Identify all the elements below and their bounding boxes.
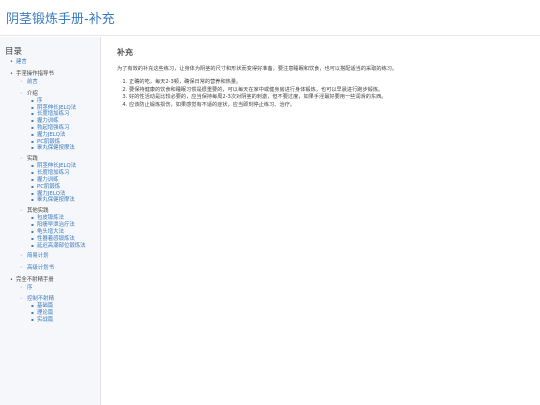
toc-link[interactable]: 阴茎伸长JELQ法 <box>37 105 76 111</box>
toc-link[interactable]: 前言 <box>27 79 38 85</box>
toc-item: 前言 <box>16 78 100 86</box>
toc-item: PC肌锻炼 <box>27 184 100 191</box>
toc-item: 实战篇 <box>27 317 100 324</box>
toc-list-level-2: 序控制不射精基础篇理论篇实战篇 <box>16 284 100 324</box>
toc-link[interactable]: 长度增加练习 <box>37 170 69 176</box>
toc-label: 其他实践 <box>27 208 49 215</box>
toc-link[interactable]: 理论篇 <box>37 310 53 316</box>
toc-link[interactable]: 实战篇 <box>37 317 53 323</box>
toc-item: 高级计划书 <box>16 264 100 272</box>
toc-link[interactable]: 阴茎伸长JELQ法 <box>37 163 76 169</box>
toc-link[interactable]: 握力JELQ法 <box>37 132 65 138</box>
toc-link[interactable]: PC肌锻炼 <box>37 184 60 190</box>
toc-item: 握力JELQ法 <box>27 132 100 139</box>
toc-link[interactable]: PC肌锻炼 <box>37 139 60 145</box>
toc-item: 睾丸保健按摩法 <box>27 197 100 204</box>
toc-item: 理论篇 <box>27 310 100 317</box>
toc-link[interactable]: 阳痿早泄治疗法 <box>37 222 75 228</box>
toc-item: 延迟高潮部位锻炼法 <box>27 243 100 250</box>
toc-list-level-3: 包皮锻炼法阳痿早泄治疗法龟头增大法性器着感锻炼法延迟高潮部位锻炼法 <box>27 215 100 249</box>
toc-item: 其他实践包皮锻炼法阳痿早泄治疗法龟头增大法性器着感锻炼法延迟高潮部位锻炼法 <box>16 207 100 249</box>
supplement-points-list: 正确的吃，每天2-3顿，确保日常的营养和热量。要保持健康的饮食和睡眠习惯是很重要… <box>117 79 527 109</box>
site-title-link[interactable]: 阴茎锻炼手册-补充 <box>6 8 115 27</box>
toc-item: 握力训练 <box>27 177 100 184</box>
toc-list-level-2: 前言介绍序阴茎伸长JELQ法长度增加练习握力训练勃起增强练习握力JELQ法PC肌… <box>16 78 100 272</box>
toc-label: 介绍 <box>27 90 38 97</box>
toc-link[interactable]: 龟头增大法 <box>37 229 64 235</box>
toc-link[interactable]: 包皮锻炼法 <box>37 215 64 221</box>
toc-label: 手淫操作指导书 <box>16 71 54 78</box>
toc-link[interactable]: 序 <box>27 285 32 291</box>
intro-paragraph: 为了有效的补充这些练习，让身体为阴茎的尺寸和形状而变得好准备，要注意睡眠和饮食，… <box>117 66 398 72</box>
toc-list-level-3: 阴茎伸长JELQ法长度增加练习握力训练PC肌锻炼握力JELQ法睾丸保健按摩法 <box>27 163 100 204</box>
toc-item: 性器着感锻炼法 <box>27 236 100 243</box>
toc-link[interactable]: 延迟高潮部位锻炼法 <box>37 243 86 249</box>
toc-item: 阳痿早泄治疗法 <box>27 222 100 229</box>
supplement-point: 正确的吃，每天2-3顿，确保日常的营养和热量。 <box>129 79 527 87</box>
toc-item: 完全不射精手册序控制不射精基础篇理论篇实战篇 <box>0 276 100 324</box>
toc-link[interactable]: 握力训练 <box>37 177 59 183</box>
section-title: 补充 <box>117 48 133 57</box>
toc-link[interactable]: 基础篇 <box>37 303 53 309</box>
toc-link[interactable]: 长度增加练习 <box>37 111 69 117</box>
toc-link[interactable]: 高级计划书 <box>27 265 54 271</box>
toc-link[interactable]: 握力训练 <box>37 118 59 124</box>
toc-link[interactable]: 握力JELQ法 <box>37 191 65 197</box>
toc-item: 介绍序阴茎伸长JELQ法长度增加练习握力训练勃起增强练习握力JELQ法PC肌锻炼… <box>16 90 100 153</box>
toc-list-level-3: 基础篇理论篇实战篇 <box>27 303 100 323</box>
toc-link[interactable]: 勃起增强练习 <box>37 125 69 131</box>
toc-label: 完全不射精手册 <box>16 276 54 283</box>
toc-item: 序 <box>27 98 100 105</box>
page-header: 阴茎锻炼手册-补充 <box>0 0 540 36</box>
toc-list-level-1: 建言手淫操作指导书前言介绍序阴茎伸长JELQ法长度增加练习握力训练勃起增强练习握… <box>0 58 100 324</box>
toc-link[interactable]: 控制不射精 <box>27 296 54 302</box>
toc-label: 实践 <box>27 156 38 163</box>
table-of-contents: 建言手淫操作指导书前言介绍序阴茎伸长JELQ法长度增加练习握力训练勃起增强练习握… <box>0 58 100 328</box>
toc-item: 简易计划 <box>16 252 100 260</box>
toc-item: 睾丸保健按摩法 <box>27 145 100 152</box>
toc-item: 龟头增大法 <box>27 229 100 236</box>
toc-link[interactable]: 性器着感锻炼法 <box>37 236 75 242</box>
toc-link[interactable]: 睾丸保健按摩法 <box>37 197 75 203</box>
main-content: 补充 为了有效的补充这些练习，让身体为阴茎的尺寸和形状而变得好准备，要注意睡眠和… <box>117 47 527 109</box>
supplement-point: 应该防止锻炼损伤，如果感觉有不适的症状，应当即刻停止练习、治疗。 <box>129 102 527 110</box>
toc-link[interactable]: 序 <box>37 98 42 104</box>
toc-link[interactable]: 建言 <box>16 59 27 65</box>
toc-title: 目录 <box>5 47 23 57</box>
toc-item: 序 <box>16 284 100 292</box>
toc-link[interactable]: 睾丸保健按摩法 <box>37 145 75 151</box>
toc-item: 长度增加练习 <box>27 170 100 177</box>
toc-list-level-3: 序阴茎伸长JELQ法长度增加练习握力训练勃起增强练习握力JELQ法PC肌锻炼睾丸… <box>27 98 100 152</box>
toc-link[interactable]: 简易计划 <box>27 253 49 259</box>
toc-item: 勃起增强练习 <box>27 125 100 132</box>
toc-item: 实践阴茎伸长JELQ法长度增加练习握力训练PC肌锻炼握力JELQ法睾丸保健按摩法 <box>16 155 100 204</box>
toc-item: 手淫操作指导书前言介绍序阴茎伸长JELQ法长度增加练习握力训练勃起增强练习握力J… <box>0 70 100 272</box>
toc-item: 握力训练 <box>27 118 100 125</box>
supplement-point: 好的性活动是比较必要的，应当保持每周2-3次对阴茎的刺激，但不要过度，如果手淫最… <box>129 94 527 102</box>
sidebar: 目录 建言手淫操作指导书前言介绍序阴茎伸长JELQ法长度增加练习握力训练勃起增强… <box>0 37 101 405</box>
toc-item: 建言 <box>0 58 100 66</box>
toc-item: 控制不射精基础篇理论篇实战篇 <box>16 295 100 324</box>
